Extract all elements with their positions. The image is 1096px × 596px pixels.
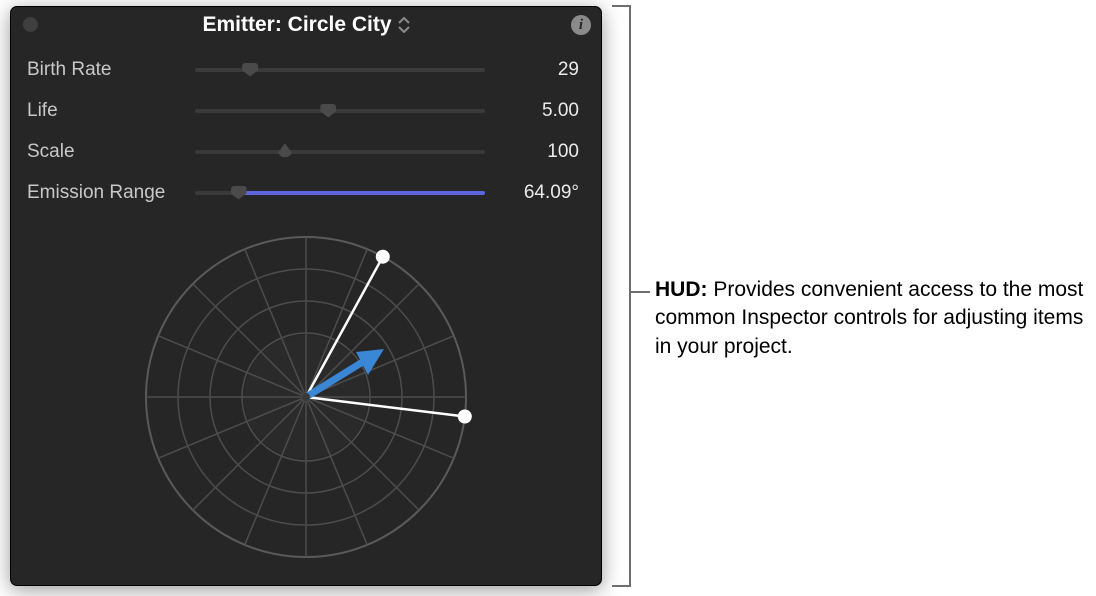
title-dropdown[interactable]: Emitter: Circle City xyxy=(202,13,409,37)
param-label: Emission Range xyxy=(27,182,195,204)
slider-track xyxy=(195,68,485,72)
callout-body: Provides convenient access to the most c… xyxy=(655,278,1083,358)
range-handle-bottom[interactable] xyxy=(458,410,472,424)
life-slider[interactable] xyxy=(195,102,485,120)
titlebar: Emitter: Circle City i xyxy=(11,7,601,43)
birth-rate-slider[interactable] xyxy=(195,61,485,79)
param-value[interactable]: 100 xyxy=(485,141,585,163)
emission-range-slider[interactable] xyxy=(195,184,485,202)
param-row-scale: Scale 100 xyxy=(27,131,585,172)
callout-label: HUD: xyxy=(655,278,708,301)
callout-text: HUD: Provides convenient access to the m… xyxy=(655,276,1085,361)
callout-bracket xyxy=(610,4,652,588)
param-value[interactable]: 64.09° xyxy=(485,182,585,204)
param-value[interactable]: 29 xyxy=(485,59,585,81)
range-handle-top[interactable] xyxy=(376,250,390,264)
stepper-icon xyxy=(398,17,410,33)
panel-title: Emitter: Circle City xyxy=(202,13,391,37)
slider-thumb[interactable] xyxy=(231,186,247,200)
slider-track xyxy=(195,109,485,113)
hud-panel: Emitter: Circle City i Birth Rate 29 Lif… xyxy=(10,6,602,586)
param-label: Birth Rate xyxy=(27,59,195,81)
param-label: Life xyxy=(27,100,195,122)
close-window-dot[interactable] xyxy=(23,17,38,32)
slider-thumb[interactable] xyxy=(320,104,336,118)
param-row-life: Life 5.00 xyxy=(27,90,585,131)
slider-thumb[interactable] xyxy=(278,143,292,157)
emission-dial-wrap xyxy=(11,213,601,567)
param-value[interactable]: 5.00 xyxy=(485,100,585,122)
info-button[interactable]: i xyxy=(571,15,591,35)
scale-slider[interactable] xyxy=(195,143,485,161)
slider-fill xyxy=(239,191,486,195)
slider-track xyxy=(195,150,485,154)
param-label: Scale xyxy=(27,141,195,163)
params-list: Birth Rate 29 Life 5.00 Scale 100 E xyxy=(11,43,601,213)
slider-thumb[interactable] xyxy=(242,63,258,77)
param-row-emission-range: Emission Range 64.09° xyxy=(27,172,585,213)
emission-angle-dial[interactable] xyxy=(136,227,476,567)
param-row-birth-rate: Birth Rate 29 xyxy=(27,49,585,90)
